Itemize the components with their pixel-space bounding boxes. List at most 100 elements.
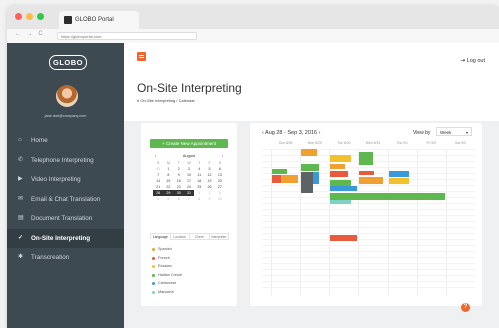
browser-tab-title: GLOBO Portal: [75, 17, 114, 23]
appointment-block[interactable]: [359, 170, 374, 176]
hour-row: [262, 239, 475, 240]
sidebar-item-home[interactable]: ⌂ Home: [7, 131, 124, 151]
mini-calendar-day[interactable]: 6: [174, 196, 184, 202]
appointment-block-multiday[interactable]: [330, 192, 445, 200]
mini-calendar-day[interactable]: 8: [194, 196, 204, 202]
chevron-down-icon: ▾: [465, 130, 468, 135]
avatar[interactable]: [56, 85, 78, 107]
globe-icon: ✱: [18, 254, 24, 260]
appointment-block[interactable]: [359, 176, 383, 185]
week-calendar-grid[interactable]: Sun 8/28 Mon 8/29 Tue 8/30 Wed 8/31 Thu 9/1 F…: [262, 141, 475, 295]
legend-color-dot: [152, 248, 155, 251]
hour-row: [262, 221, 475, 222]
breadcrumb[interactable]: # On-Site Interpreting / Calendar: [137, 98, 195, 103]
appointment-block[interactable]: [330, 170, 348, 177]
legend-color-dot: [152, 282, 155, 285]
legend-item[interactable]: Spanish: [152, 245, 232, 254]
sidebar-item-label: Transcreation: [31, 254, 70, 261]
day-header: Wed 8/31: [365, 141, 381, 145]
checkmark-icon: ✓: [18, 234, 24, 241]
hour-row: [262, 263, 475, 264]
user-email: jane.doe@company.com: [44, 114, 87, 118]
legend-label: Russian: [158, 264, 172, 268]
sidebar-item-label: Video Interpreting: [31, 176, 81, 183]
appointment-block[interactable]: [272, 175, 281, 183]
appointment-block[interactable]: [301, 163, 319, 171]
appointment-block[interactable]: [301, 172, 313, 193]
browser-tab[interactable]: GLOBO Portal: [59, 11, 139, 29]
sidebar-item-document-translation[interactable]: ▤ Document Translation: [7, 209, 124, 229]
mini-calendar-day[interactable]: 10: [215, 196, 225, 202]
hour-row: [262, 257, 475, 258]
sidebar-item-transcreation[interactable]: ✱ Transcreation: [7, 248, 124, 268]
hour-row: [262, 167, 475, 168]
favicon-icon: [64, 16, 72, 24]
browser-nav-buttons[interactable]: ← → C: [15, 31, 45, 37]
hour-row: [262, 281, 475, 282]
address-bar-row: ← → C https://globoportal.com: [7, 29, 499, 44]
legend-color-dot: [152, 290, 155, 294]
help-button[interactable]: ?: [461, 303, 470, 312]
sidebar-item-email-chat-translation[interactable]: ✉ Email & Chat Translation: [7, 190, 124, 210]
appointment-block[interactable]: [388, 178, 409, 185]
page-header: On-Site Interpreting # On-Site Interpret…: [124, 63, 499, 121]
appointment-block[interactable]: [272, 169, 287, 174]
tab-client[interactable]: Client: [189, 233, 210, 240]
tab-location[interactable]: Location: [169, 233, 190, 240]
hour-row: [262, 251, 475, 252]
appointment-block[interactable]: [330, 163, 345, 170]
tab-interpreter[interactable]: Interpreter: [208, 233, 229, 240]
day-header: Thu 9/1: [396, 141, 408, 145]
legend-item[interactable]: French: [152, 254, 232, 263]
hour-row: [262, 275, 475, 276]
maximize-window-button[interactable]: [37, 13, 44, 20]
legend-item[interactable]: Cantonese: [152, 279, 232, 288]
appointment-block[interactable]: [330, 154, 351, 163]
date-range-nav[interactable]: ‹ Aug 28 - Sep 3, 2016 ›: [262, 130, 320, 136]
day-column[interactable]: [416, 149, 447, 295]
day-header: Sat 9/3: [455, 141, 466, 145]
prev-month-button[interactable]: ‹: [155, 153, 156, 158]
sidebar-item-video-interpreting[interactable]: ▶ Video Interpreting: [7, 170, 124, 190]
legend-label: French: [158, 255, 170, 260]
legend-item[interactable]: Russian: [152, 262, 232, 271]
sidebar-item-telephone-interpreting[interactable]: ✆ Telephone Interpreting: [7, 151, 124, 171]
minimize-window-button[interactable]: [26, 13, 33, 20]
create-appointment-button[interactable]: + Create New Appointment: [150, 139, 228, 148]
legend-item[interactable]: Mandarin: [152, 288, 232, 297]
sidebar-item-label: Telephone Interpreting: [31, 156, 94, 164]
sidebar-menu: ⌂ Home ✆ Telephone Interpreting ▶ Video Inter…: [7, 131, 124, 268]
appointment-block[interactable]: [330, 235, 357, 241]
mini-calendar-day[interactable]: 7: [184, 196, 194, 202]
appointment-block[interactable]: [330, 185, 357, 192]
mini-calendar-grid: SMTWTFS 31 1 2 3 4 5 6 7 8 9 10 11 12 13 14 15 16 17 18 19 2…: [153, 160, 225, 202]
chat-icon: ✉: [18, 195, 24, 202]
filter-tabs: Language Location Client Interpreter: [150, 233, 229, 240]
topbar: ⇥ Log out: [124, 43, 499, 64]
mini-calendar-day[interactable]: 4: [153, 196, 163, 202]
day-column[interactable]: [445, 149, 476, 295]
app: GLOBO jane.doe@company.com ⌂ Home ✆ Telepho…: [7, 43, 499, 328]
sidebar-item-on-site-interpreting[interactable]: ✓ On-Site Interpreting: [7, 228, 124, 248]
close-window-button[interactable]: [15, 13, 22, 20]
view-by-select[interactable]: Week ▾: [436, 127, 472, 136]
appointment-block[interactable]: [301, 149, 318, 157]
browser-window: GLOBO Portal ← → C https://globoportal.c…: [7, 5, 499, 328]
appointment-block[interactable]: [359, 151, 373, 166]
language-legend: Spanish French Russian Haitian Creole Canton…: [152, 245, 232, 296]
globo-logo[interactable]: GLOBO: [49, 55, 87, 70]
calendar-panel: ‹ Aug 28 - Sep 3, 2016 › View by Week ▾ …: [250, 123, 482, 312]
mini-calendar-day[interactable]: 9: [204, 196, 214, 202]
legend-label: Haitian Creole: [158, 272, 183, 277]
day-column[interactable]: [300, 149, 330, 295]
next-month-button[interactable]: ›: [222, 153, 223, 158]
sidebar-item-label: On-Site Interpreting: [31, 234, 91, 242]
url-field[interactable]: https://globoportal.com: [57, 32, 197, 40]
mini-calendar-day[interactable]: 5: [163, 196, 173, 202]
tab-language[interactable]: Language: [150, 233, 171, 240]
legend-item[interactable]: Haitian Creole: [152, 271, 232, 280]
hamburger-menu-icon[interactable]: [137, 52, 146, 61]
legend-color-dot: [152, 265, 155, 268]
hour-row: [262, 227, 475, 228]
appointment-block[interactable]: [388, 170, 409, 177]
